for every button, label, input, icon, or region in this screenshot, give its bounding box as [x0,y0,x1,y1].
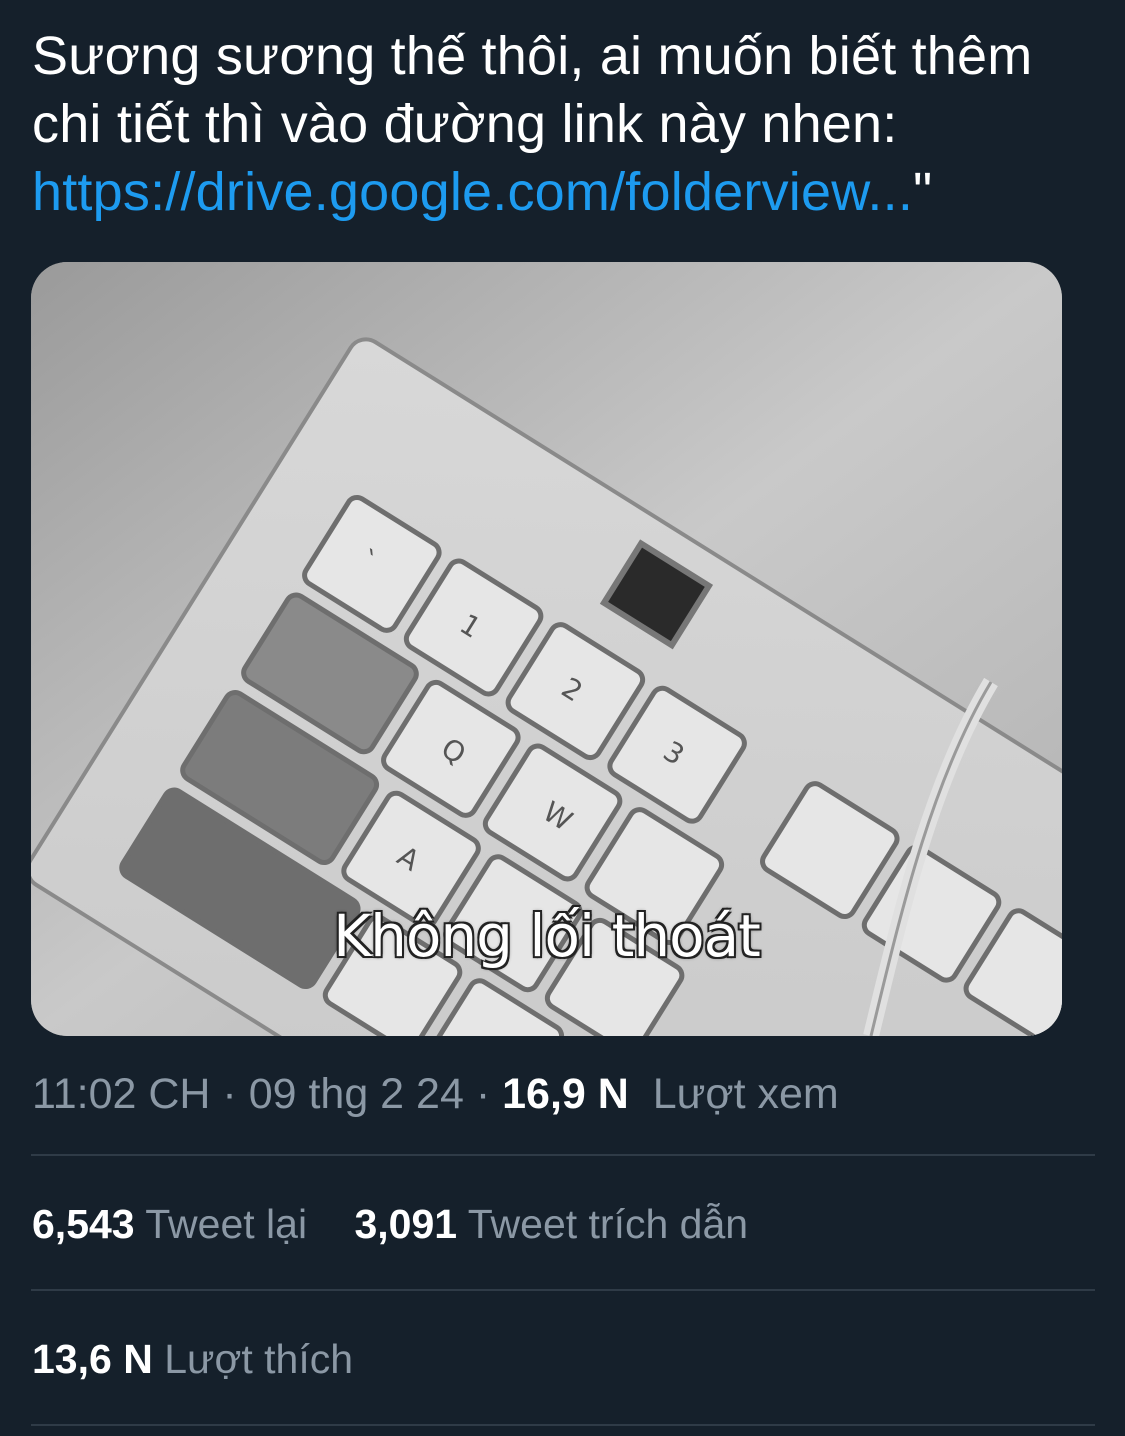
tweet-time[interactable]: 11:02 CH [32,1070,210,1118]
tweet-link-line: https://drive.google.com/folderview..." [32,158,1117,226]
likes-stat[interactable]: 13,6 N Lượt thích [32,1333,353,1385]
quotes-stat[interactable]: 3,091 Tweet trích dẫn [354,1198,748,1250]
quotes-count: 3,091 [354,1201,458,1247]
engagement-row: 6,543 Tweet lại 3,091 Tweet trích dẫn [32,1198,784,1250]
likes-count: 13,6 N [32,1336,153,1382]
divider [31,1154,1095,1156]
tweet-date[interactable]: 09 thg 2 24 [249,1070,464,1118]
views-count: 16,9 N [502,1070,629,1118]
meta-separator: · [463,1070,503,1118]
tweet-text-line-1: Sương sương thế thôi, ai muốn biết thêm [32,26,1033,86]
tweet-meta: 11:02 CH · 09 thg 2 24 · 16,9 N Lượt xem [32,1068,839,1120]
media-caption: Không lối thoát [333,902,761,970]
likes-label: Lượt thích [164,1336,354,1382]
retweets-count: 6,543 [32,1201,135,1247]
tweet-text: Sương sương thế thôi, ai muốn biết thêm … [32,22,1117,226]
retweets-label: Tweet lại [145,1201,308,1247]
likes-row: 13,6 N Lượt thích [32,1333,389,1385]
divider [31,1289,1095,1291]
views-label: Lượt xem [652,1070,839,1118]
meta-separator: · [210,1070,249,1118]
retweets-stat[interactable]: 6,543 Tweet lại [32,1198,307,1250]
tweet-link[interactable]: https://drive.google.com/folderview... [32,162,913,222]
tweet-text-line-2: chi tiết thì vào đường link này nhen: [32,94,898,154]
closing-quote: " [913,162,933,222]
tweet-media-image[interactable]: ` 1 2 3 Q W A Không lối thoát [31,262,1062,1036]
quotes-label: Tweet trích dẫn [467,1201,749,1247]
divider [31,1424,1095,1426]
